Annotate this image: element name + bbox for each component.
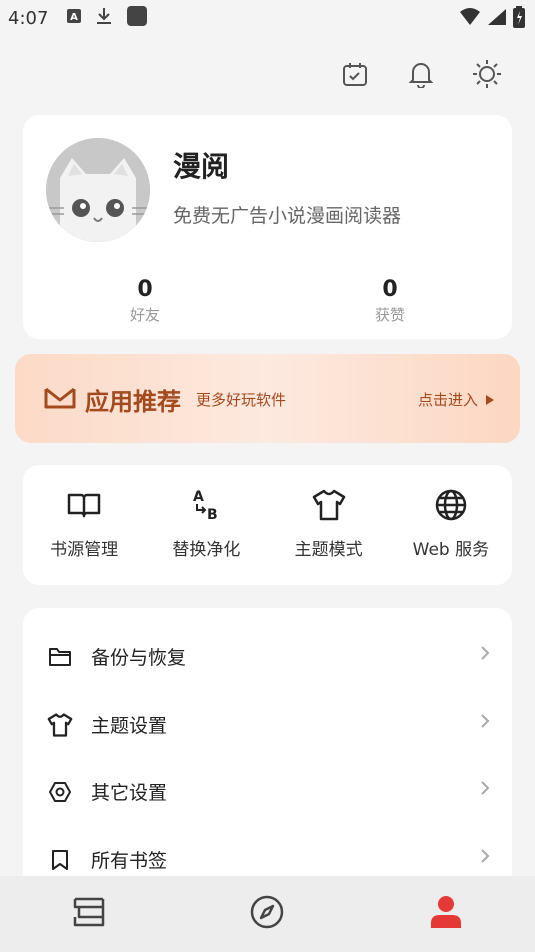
- brightness-icon[interactable]: [471, 58, 503, 90]
- folder-icon: [47, 644, 73, 670]
- battery-icon: [513, 6, 525, 32]
- wifi-icon: [459, 8, 481, 30]
- promo-subtitle: 更多好玩软件: [196, 391, 287, 409]
- row-label: 其它设置: [91, 782, 168, 804]
- tool-label: 替换净化: [172, 540, 241, 560]
- nav-profile[interactable]: [357, 876, 535, 952]
- promo-enter-label: 点击进入: [417, 391, 478, 409]
- stat-label: 获赞: [374, 306, 405, 324]
- profile-card: 漫阅 免费无广告小说漫画阅读器 0 好友 0 获赞: [23, 115, 512, 339]
- chevron-right-icon: [480, 848, 490, 868]
- promo-title: 应用推荐: [85, 388, 181, 416]
- settings-row-backup[interactable]: 备份与恢复: [23, 623, 512, 690]
- bookmark-icon: [47, 847, 73, 873]
- row-label: 备份与恢复: [91, 647, 187, 669]
- promo-enter-link[interactable]: 点击进入: [418, 389, 494, 410]
- status-time: 4:07: [8, 7, 49, 29]
- settings-card: 备份与恢复 主题设置 其它设置 所有书签: [23, 608, 512, 898]
- signal-icon: [487, 8, 507, 30]
- bottom-nav: [0, 876, 535, 952]
- stat-label: 好友: [129, 306, 160, 324]
- svg-text:A: A: [71, 12, 79, 23]
- tshirt-icon: [268, 487, 390, 523]
- stat-likes[interactable]: 0 获赞: [330, 277, 450, 325]
- tool-book-source[interactable]: 书源管理: [23, 465, 145, 585]
- nav-discover[interactable]: [178, 876, 356, 952]
- chevron-right-icon: [480, 780, 490, 800]
- compass-icon: [250, 895, 284, 933]
- tshirt-icon: [47, 712, 73, 738]
- mail-icon: [43, 385, 77, 415]
- chevron-right-icon: [480, 645, 490, 665]
- tools-card: 书源管理 AB 替换净化 主题模式 Web 服务: [23, 465, 512, 585]
- avatar[interactable]: [46, 138, 150, 242]
- globe-icon: [390, 487, 512, 523]
- stat-friends[interactable]: 0 好友: [85, 277, 205, 325]
- profile-description: 免费无广告小说漫画阅读器: [173, 205, 402, 227]
- calendar-check-icon[interactable]: [339, 58, 371, 90]
- a-to-b-icon: AB: [145, 487, 267, 523]
- svg-text:B: B: [207, 507, 218, 523]
- download-icon: [96, 7, 112, 29]
- app-recommend-banner[interactable]: 应用推荐 更多好玩软件 点击进入: [15, 354, 520, 443]
- tool-web-service[interactable]: Web 服务: [390, 465, 512, 585]
- tool-label: 主题模式: [294, 540, 363, 560]
- profile-name: 漫阅: [173, 150, 230, 183]
- top-actions: [339, 58, 503, 90]
- stat-value: 0: [137, 277, 153, 302]
- book-open-icon: [23, 487, 145, 523]
- svg-text:A: A: [193, 489, 204, 505]
- row-label: 主题设置: [91, 715, 168, 737]
- play-arrow-icon: [486, 391, 494, 409]
- tool-theme-mode[interactable]: 主题模式: [268, 465, 390, 585]
- square-icon: [126, 5, 148, 31]
- row-label: 所有书签: [91, 850, 168, 872]
- tool-replace-purify[interactable]: AB 替换净化: [145, 465, 267, 585]
- nav-bookshelf[interactable]: [0, 876, 178, 952]
- stack-icon: [71, 896, 107, 932]
- bell-icon[interactable]: [405, 58, 437, 90]
- stat-value: 0: [382, 277, 398, 302]
- tool-label: 书源管理: [50, 540, 119, 560]
- tool-label: Web 服务: [412, 540, 490, 560]
- settings-row-other[interactable]: 其它设置: [23, 758, 512, 825]
- a-box-icon: A: [66, 8, 82, 28]
- person-icon: [430, 895, 462, 933]
- status-bar: 4:07 A: [0, 0, 535, 36]
- hexagon-settings-icon: [47, 779, 73, 805]
- settings-row-theme[interactable]: 主题设置: [23, 691, 512, 758]
- chevron-right-icon: [480, 713, 490, 733]
